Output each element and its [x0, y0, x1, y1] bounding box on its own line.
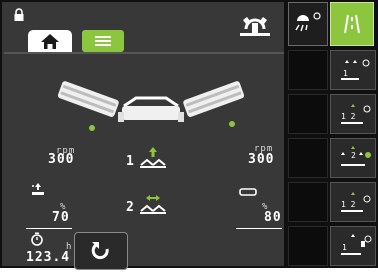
- lift-all-icon: [140, 147, 166, 168]
- gap-icon: [239, 188, 257, 196]
- lower-12-button[interactable]: 1 2: [330, 182, 376, 222]
- unit-lower-number: 1: [342, 243, 347, 252]
- unit-lift-number: 1: [343, 69, 348, 78]
- lift-12-number: 1 2: [341, 112, 356, 121]
- reset-button[interactable]: [74, 232, 128, 270]
- stopwatch-icon: [31, 232, 43, 246]
- lift-12-icon: 1 2: [341, 104, 371, 124]
- main-panel: rpm 300 1 rpm 300 % 70 2 % 80 h 123.4: [2, 2, 284, 270]
- home-button[interactable]: [28, 30, 72, 52]
- light-tab[interactable]: [288, 2, 328, 46]
- lower-12-icon: 1 2: [341, 192, 371, 212]
- unit-lift-button[interactable]: 1: [330, 50, 376, 90]
- mower-diagram: [57, 81, 245, 131]
- side-slot: [288, 94, 328, 134]
- lift-all-number: 2: [351, 151, 356, 160]
- side-slot: [288, 226, 328, 266]
- lift-all-side-icon: 2: [341, 146, 371, 166]
- side-slot: [288, 50, 328, 90]
- menu-icon: [95, 36, 111, 46]
- reset-icon: [91, 242, 109, 260]
- right-rotor-speed: 300: [248, 152, 275, 167]
- function-1-number: 1: [126, 154, 134, 169]
- home-icon: [41, 34, 59, 49]
- lift-all-button[interactable]: 2: [330, 138, 376, 178]
- menu-button[interactable]: [82, 30, 124, 52]
- unit-lower-icon: 1: [341, 234, 372, 255]
- right-pressure-value: 80: [264, 210, 282, 225]
- function-2-number: 2: [126, 200, 134, 215]
- lower-12-number: 1 2: [341, 200, 356, 209]
- header-divider: [4, 52, 284, 54]
- unit-lift-icon: 1: [341, 59, 370, 80]
- road-mode-icon: [344, 14, 360, 34]
- terminal-screen: rpm 300 1 rpm 300 % 70 2 % 80 h 123.4 1 …: [0, 0, 378, 270]
- left-pressure-value: 70: [52, 210, 70, 225]
- road-mode-tab[interactable]: [330, 2, 374, 46]
- left-pressure-underline: [26, 228, 72, 229]
- lock-icon: [14, 8, 24, 21]
- side-slot: [288, 138, 328, 178]
- hours-value: 123.4: [26, 250, 71, 265]
- pressure-icon: [32, 183, 44, 195]
- right-pressure-underline: [236, 228, 282, 229]
- light-icon: [295, 12, 321, 32]
- float-icon: [140, 195, 166, 214]
- side-slot: [288, 182, 328, 222]
- lift-12-button[interactable]: 1 2: [330, 94, 376, 134]
- left-rotor-speed: 300: [48, 152, 75, 167]
- mower-status-icon: [240, 17, 270, 36]
- unit-lower-button[interactable]: 1: [330, 226, 376, 266]
